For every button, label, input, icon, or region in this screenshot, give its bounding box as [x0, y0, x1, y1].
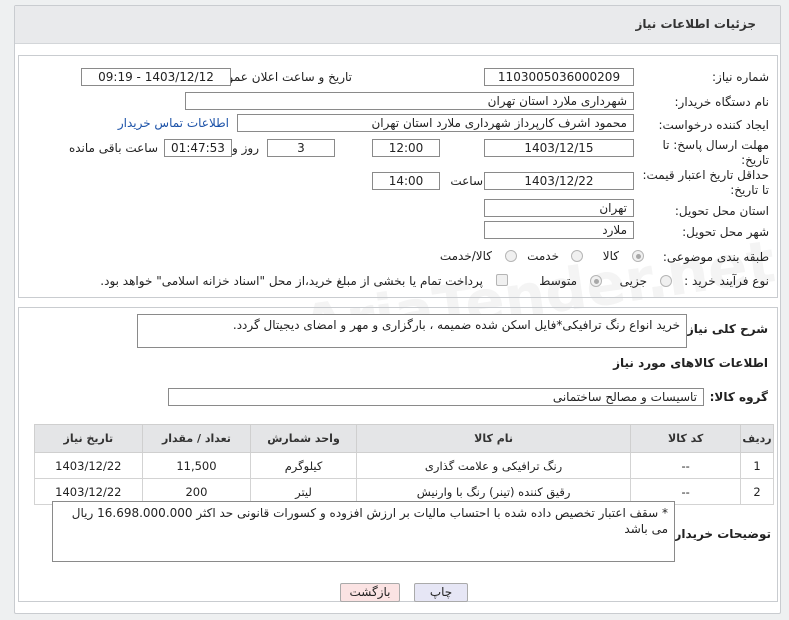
validity-date-field[interactable]: 1403/12/22: [484, 172, 634, 190]
table-row[interactable]: 1 -- رنگ ترافیکی و علامت گذاری کیلوگرم 1…: [34, 452, 774, 479]
cell-name: رنگ ترافیکی و علامت گذاری: [355, 452, 632, 479]
category-option-goods: کالا: [602, 249, 619, 263]
category-radio-goods[interactable]: [632, 250, 644, 262]
creator-label: ایجاد کننده درخواست:: [658, 118, 769, 132]
need-number-label: شماره نیاز:: [712, 70, 769, 84]
city-field[interactable]: ملارد: [484, 221, 634, 239]
cell-row: 2: [740, 478, 774, 505]
buyer-label: نام دستگاه خریدار:: [674, 95, 770, 109]
process-option-minor: جزیی: [619, 274, 647, 288]
validity-time-field[interactable]: 14:00: [372, 172, 440, 190]
process-radio-medium[interactable]: [590, 275, 602, 287]
goods-section-title: اطلاعات کالاهای مورد نیاز: [613, 356, 768, 370]
col-qty-header: تعداد / مقدار: [141, 424, 252, 453]
category-option-both: کالا/خدمت: [439, 249, 492, 263]
back-button[interactable]: بازگشت: [340, 583, 400, 602]
cell-qty: 11,500: [141, 452, 252, 479]
deadline-label: مهلت ارسال پاسخ: تا تاریخ:: [662, 138, 769, 167]
remaining-label: ساعت باقی مانده: [68, 141, 158, 155]
cell-code: --: [630, 452, 741, 479]
city-label: شهر محل تحویل:: [682, 225, 769, 239]
category-label: طبقه بندی موضوعی:: [662, 250, 769, 264]
buyer-contact-link[interactable]: اطلاعات تماس خریدار: [118, 116, 229, 130]
creator-field[interactable]: محمود اشرف کارپرداز شهرداری ملارد استان …: [237, 114, 634, 132]
process-radio-minor[interactable]: [660, 275, 672, 287]
need-number-field[interactable]: 1103005036000209: [484, 68, 634, 86]
validity-label: حداقل تاریخ اعتبار قیمت: تا تاریخ:: [642, 168, 769, 197]
goods-group-field[interactable]: تاسیسات و مصالح ساختمانی: [168, 388, 704, 406]
goods-group-label: گروه کالا:: [709, 390, 768, 404]
summary-field[interactable]: خرید انواع رنگ ترافیکی*فایل اسکن شده ضمی…: [137, 314, 687, 348]
page-title: جزئیات اطلاعات نیاز: [635, 17, 756, 31]
goods-table: ردیف کد کالا نام کالا واحد شمارش تعداد /…: [34, 424, 774, 505]
col-date-header: تاریخ نیاز: [34, 424, 143, 453]
col-unit-header: واحد شمارش: [250, 424, 357, 453]
validity-time-label: ساعت: [450, 174, 483, 188]
days-field[interactable]: 3: [267, 139, 335, 157]
payment-note: پرداخت تمام یا بخشی از مبلغ خرید،از محل …: [100, 274, 483, 288]
days-label: روز و: [232, 141, 259, 155]
deadline-time-field[interactable]: 12:00: [372, 139, 440, 157]
col-code-header: کد کالا: [630, 424, 741, 453]
buyer-field[interactable]: شهرداری ملارد استان تهران: [185, 92, 634, 110]
cell-date: 1403/12/22: [34, 452, 143, 479]
cell-unit: کیلوگرم: [250, 452, 357, 479]
deadline-date-field[interactable]: 1403/12/15: [484, 139, 634, 157]
panel-header: جزئیات اطلاعات نیاز: [15, 6, 780, 44]
col-name-header: نام کالا: [355, 424, 632, 453]
announce-field[interactable]: 1403/12/12 - 09:19: [81, 68, 231, 86]
treasury-checkbox[interactable]: [496, 274, 508, 286]
notes-label: توضیحات خریدار:: [669, 527, 771, 541]
category-radio-service[interactable]: [571, 250, 583, 262]
cell-row: 1: [740, 452, 774, 479]
col-row-header: ردیف: [740, 424, 774, 453]
print-button[interactable]: چاپ: [414, 583, 468, 602]
province-field[interactable]: تهران: [484, 199, 634, 217]
summary-label: شرح کلی نیاز:: [682, 322, 768, 336]
province-label: استان محل تحویل:: [674, 204, 769, 218]
process-option-medium: متوسط: [539, 274, 577, 288]
notes-field[interactable]: * سقف اعتبار تخصیص داده شده با احتساب ما…: [52, 501, 675, 562]
remaining-time-field[interactable]: 01:47:53: [164, 139, 232, 157]
process-label: نوع فرآیند خرید :: [684, 274, 769, 288]
category-radio-both[interactable]: [505, 250, 517, 262]
category-option-service: خدمت: [527, 249, 559, 263]
table-header-row: ردیف کد کالا نام کالا واحد شمارش تعداد /…: [34, 424, 774, 453]
